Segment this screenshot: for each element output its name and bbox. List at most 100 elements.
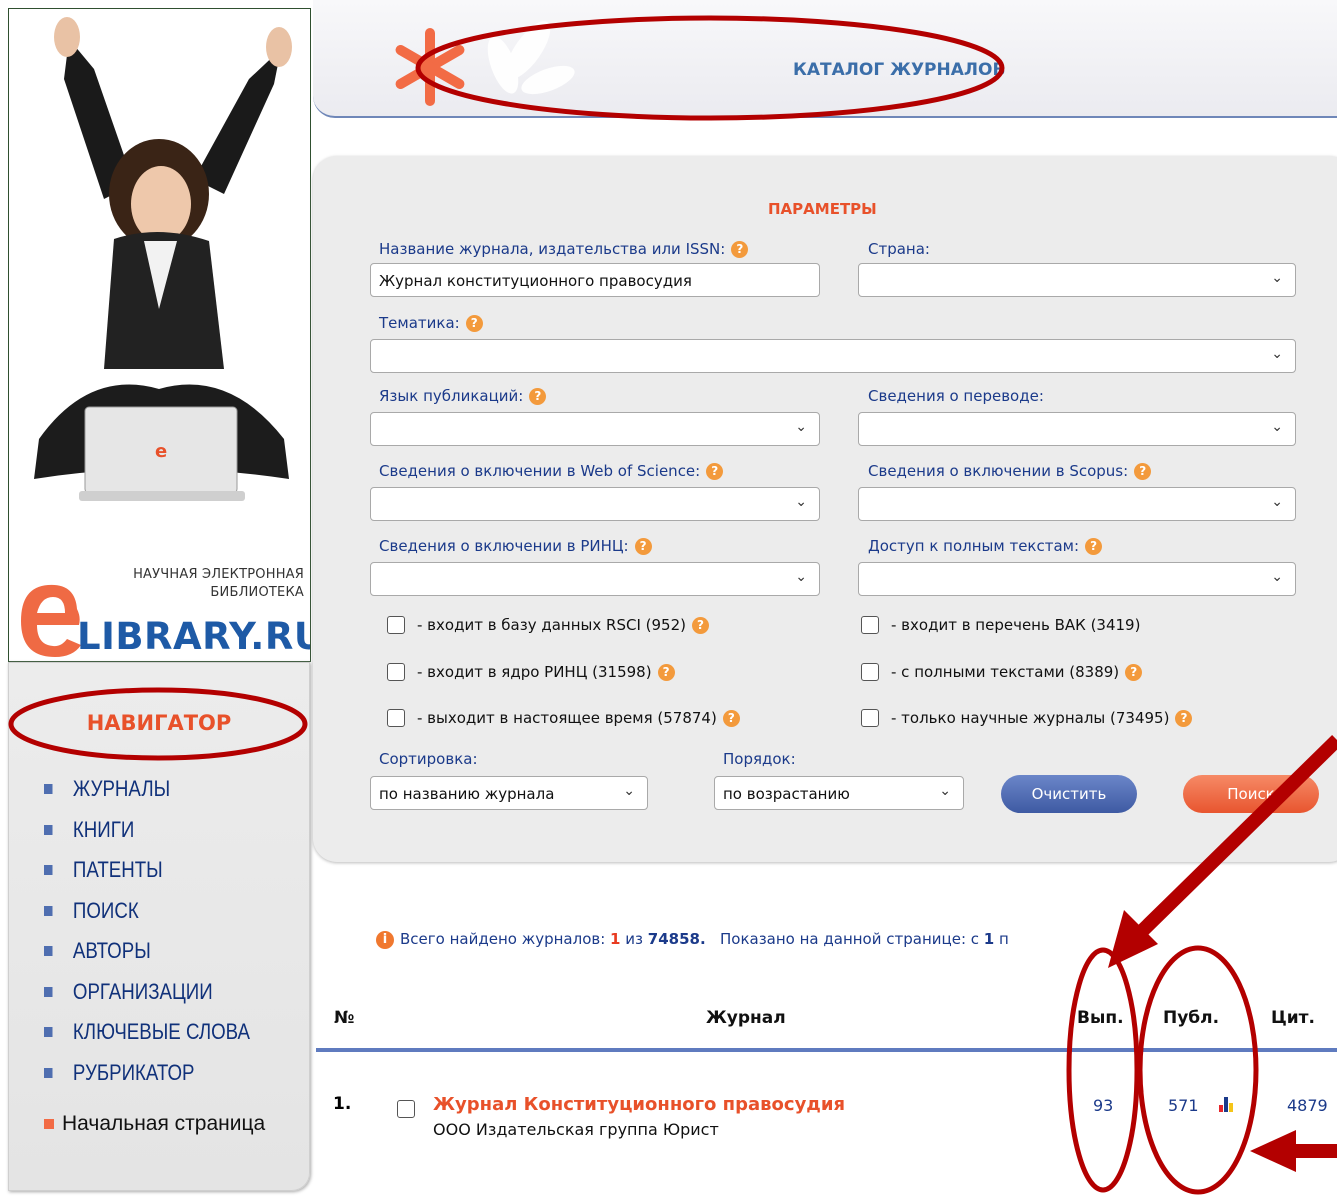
fulltext-select[interactable]: ⌄ [858,562,1296,596]
nav-item-books[interactable]: КНИГИ [44,810,250,851]
help-icon[interactable]: ? [1175,710,1193,727]
checkbox-rsci[interactable] [387,616,405,634]
chevron-down-icon: ⌄ [623,783,635,799]
column-header-issues[interactable]: Вып. [1077,1008,1124,1028]
shown-prefix: Показано на данной странице: с [719,930,980,948]
fulltext-label: Доступ к полным текстам:? [868,537,1103,555]
bullet-icon [44,905,53,916]
checkbox-scientific-label: - только научные журналы (73495)? [891,709,1193,727]
page-header: КАТАЛОГ ЖУРНАЛОВ [313,0,1337,118]
svg-text:e: e [155,441,167,462]
chevron-down-icon: ⌄ [1271,494,1283,510]
annotation-arrow-horizontal [1290,1144,1337,1158]
logo-wordmark: LIBRARY.RU [77,615,311,658]
logo-line-2: БИБЛИОТЕКА [210,585,304,600]
nav-item-keywords[interactable]: КЛЮЧЕВЫЕ СЛОВА [44,1012,250,1053]
checkbox-rinc-core[interactable] [387,663,405,681]
label-text: - только научные журналы (73495) [891,709,1170,727]
row-checkbox[interactable] [397,1100,415,1118]
nav-home-link[interactable]: Начальная страница [44,1112,265,1136]
help-icon[interactable]: ? [634,538,652,555]
nav-item-organizations[interactable]: ОРГАНИЗАЦИИ [44,972,250,1013]
table-header-divider [316,1048,1337,1052]
help-icon[interactable]: ? [465,315,483,332]
label-text: Название журнала, издательства или ISSN: [379,240,726,258]
page-title: КАТАЛОГ ЖУРНАЛОВ [793,60,1006,80]
checkbox-vak[interactable] [861,616,879,634]
language-select[interactable]: ⌄ [370,412,820,446]
help-icon[interactable]: ? [657,664,675,681]
select-value: по названию журнала [379,785,555,803]
bullet-icon [44,986,53,997]
chevron-down-icon: ⌄ [1271,569,1283,585]
bullet-icon [44,824,53,835]
checkbox-scientific[interactable] [861,709,879,727]
clear-button[interactable]: Очистить [1001,775,1137,813]
label-text: - входит в ядро РИНЦ (31598) [417,663,652,681]
annotation-ellipse-issues [1066,947,1140,1193]
bar-chart-icon[interactable] [1218,1095,1236,1113]
help-icon[interactable]: ? [529,388,547,405]
translation-select[interactable]: ⌄ [858,412,1296,446]
nav-home-label: Начальная страница [62,1112,266,1135]
journal-name-input[interactable]: Журнал конституционного правосудия [370,263,820,297]
checkbox-fulltext[interactable] [861,663,879,681]
nav-item-patents[interactable]: ПАТЕНТЫ [44,850,250,891]
country-select[interactable]: ⌄ [858,263,1296,297]
chevron-down-icon: ⌄ [1271,346,1283,362]
help-icon[interactable]: ? [1125,664,1143,681]
topic-label: Тематика:? [379,314,483,332]
cites-count-link[interactable]: 4879 [1287,1096,1328,1115]
search-button[interactable]: Поиск [1183,775,1319,813]
params-title: ПАРАМЕТРЫ [768,200,877,218]
annotation-arrowhead-diagonal [1108,910,1158,968]
help-icon[interactable]: ? [706,463,724,480]
country-label: Страна: [868,240,930,258]
nav-item-search[interactable]: ПОИСК [44,891,250,932]
help-icon[interactable]: ? [731,241,749,258]
nav-item-label: ЖУРНАЛЫ [72,776,171,802]
nav-item-authors[interactable]: АВТОРЫ [44,931,250,972]
order-select[interactable]: по возрастанию ⌄ [714,776,964,810]
help-icon[interactable]: ? [691,617,709,634]
label-text: - выходит в настоящее время (57874) [417,709,717,727]
navigator-panel: НАВИГАТОР ЖУРНАЛЫ КНИГИ ПАТЕНТЫ ПОИСК АВ… [8,662,310,1191]
bullet-icon [44,1027,53,1038]
nav-item-label: РУБРИКАТОР [72,1059,195,1085]
checkbox-vak-label: - входит в перечень ВАК (3419) [891,616,1141,634]
help-icon[interactable]: ? [1085,538,1103,555]
label-text: - с полными текстами (8389) [891,663,1120,681]
column-header-pubs[interactable]: Публ. [1163,1008,1219,1028]
rinc-label: Сведения о включении в РИНЦ:? [379,537,652,555]
issues-count-link[interactable]: 93 [1093,1096,1113,1115]
nav-item-rubricator[interactable]: РУБРИКАТОР [44,1053,250,1094]
shown-from: 1 [983,930,995,948]
checkbox-current-label: - выходит в настоящее время (57874)? [417,709,740,727]
pubs-count-link[interactable]: 571 [1168,1096,1199,1115]
chevron-down-icon: ⌄ [939,783,951,799]
chevron-down-icon: ⌄ [1271,419,1283,435]
sort-select[interactable]: по названию журнала ⌄ [370,776,648,810]
nav-item-label: КЛЮЧЕВЫЕ СЛОВА [72,1019,251,1045]
rinc-select[interactable]: ⌄ [370,562,820,596]
bullet-icon [44,784,53,795]
scopus-select[interactable]: ⌄ [858,487,1296,521]
nav-item-journals[interactable]: ЖУРНАЛЫ [44,769,250,810]
checkbox-fulltext-label: - с полными текстами (8389)? [891,663,1143,681]
results-summary: i Всего найдено журналов: 1 из 74858. Пок… [376,930,1009,949]
topic-select[interactable]: ⌄ [370,339,1296,373]
checkbox-rinc-core-label: - входит в ядро РИНЦ (31598)? [417,663,675,681]
checkbox-current[interactable] [387,709,405,727]
help-icon[interactable]: ? [722,710,740,727]
nav-item-label: КНИГИ [72,816,135,842]
column-header-cites[interactable]: Цит. [1271,1008,1315,1028]
journal-title-link[interactable]: Журнал Конституционного правосудия [433,1094,845,1115]
checkbox-rsci-label: - входит в базу данных RSCI (952)? [417,616,709,634]
chevron-down-icon: ⌄ [1271,270,1283,286]
label-text: Сведения о включении в Web of Science: [379,462,701,480]
total-count: 74858. [647,930,706,948]
shown-rest: п [999,930,1009,948]
help-icon[interactable]: ? [1134,463,1152,480]
wos-select[interactable]: ⌄ [370,487,820,521]
journal-name-label: Название журнала, издательства или ISSN:… [379,240,749,258]
